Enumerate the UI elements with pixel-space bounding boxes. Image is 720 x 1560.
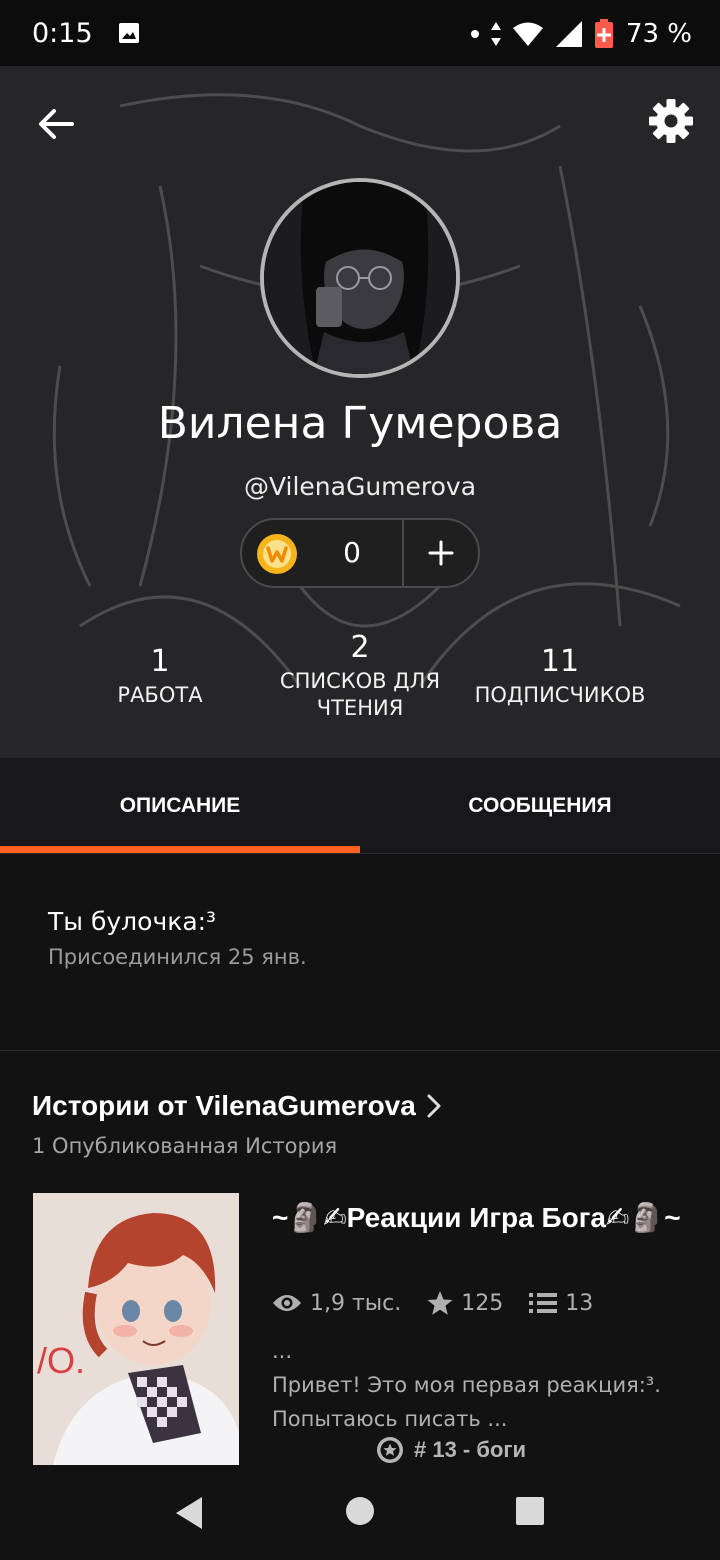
stories-heading[interactable]: Истории от VilenaGumerova xyxy=(32,1090,442,1122)
chevron-right-icon xyxy=(427,1094,441,1118)
signal-icon xyxy=(555,21,582,47)
nav-back-icon[interactable] xyxy=(172,1494,206,1532)
status-icons: 73 % xyxy=(470,16,692,52)
avatar[interactable] xyxy=(260,178,460,378)
about-text: Ты булочка:³ xyxy=(48,907,217,936)
story-ranking-label: # 13 - боги xyxy=(414,1437,527,1462)
image-icon xyxy=(119,23,139,43)
status-time: 0:15 xyxy=(32,18,93,49)
gear-icon[interactable] xyxy=(648,98,694,144)
stat-followers-value: 11 xyxy=(540,644,580,679)
stories-count: 1 Опубликованная История xyxy=(32,1134,338,1158)
battery-icon xyxy=(594,19,613,48)
stat-reading-lists-label: СПИСКОВ ДЛЯ ЧТЕНИЯ xyxy=(279,669,441,720)
stories-section: Истории от VilenaGumerova 1 Опубликованн… xyxy=(0,1052,720,1468)
active-tab-indicator xyxy=(0,846,360,853)
coin-wallet: 0 xyxy=(240,518,480,588)
ranking-badge-icon xyxy=(377,1437,403,1463)
story-ranking-tag[interactable]: # 13 - боги xyxy=(376,1436,526,1464)
svg-text:/O.: /O. xyxy=(37,1340,85,1381)
stories-title: Истории от VilenaGumerova xyxy=(32,1090,416,1121)
system-nav-bar xyxy=(0,1468,720,1560)
status-bar: 0:15 73 % xyxy=(0,0,720,66)
stat-reading-lists-value: 2 xyxy=(350,630,370,665)
list-icon xyxy=(529,1293,558,1313)
username: @VilenaGumerova xyxy=(243,472,477,501)
star-icon xyxy=(427,1291,453,1315)
story-views-count: 1,9 тыс. xyxy=(310,1290,402,1316)
battery-percent: 73 % xyxy=(625,19,692,49)
story-title[interactable]: ~🗿✍Реакции Игра Бога✍🗿~ xyxy=(272,1196,692,1239)
profile-tabs: ОПИСАНИЕ СООБЩЕНИЯ xyxy=(0,758,720,854)
coin-icon[interactable] xyxy=(256,533,298,575)
back-arrow-icon[interactable] xyxy=(34,102,78,146)
stat-followers-label: ПОДПИСЧИКОВ xyxy=(474,683,646,707)
stat-works[interactable]: 1 РАБОТА xyxy=(60,642,260,709)
add-coins-button[interactable] xyxy=(404,520,478,586)
stat-works-value: 1 xyxy=(150,644,170,679)
wifi-icon xyxy=(512,22,543,46)
nav-recents-icon[interactable] xyxy=(515,1496,545,1526)
joined-date: Присоединился 25 янв. xyxy=(48,945,307,969)
avatar-image xyxy=(264,182,456,374)
story-votes: 125 xyxy=(427,1290,503,1316)
story-parts-count: 13 xyxy=(565,1290,594,1316)
story-description: ... Привет! Это моя первая реакция:³. По… xyxy=(272,1339,661,1431)
profile-header: Вилена Гумерова @VilenaGumerova 0 1 РАБО… xyxy=(0,66,720,758)
nav-home-icon[interactable] xyxy=(345,1496,375,1526)
eye-icon xyxy=(273,1295,301,1311)
dot-icon xyxy=(470,30,479,38)
story-cover-image: /O. xyxy=(33,1193,239,1465)
about-section: Ты булочка:³ Присоединился 25 янв. xyxy=(0,855,720,1051)
stat-works-label: РАБОТА xyxy=(117,683,203,707)
tab-messages[interactable]: СООБЩЕНИЯ xyxy=(360,758,720,854)
story-views: 1,9 тыс. xyxy=(272,1291,401,1316)
story-votes-count: 125 xyxy=(461,1290,504,1316)
coin-count: 0 xyxy=(343,536,361,569)
story-cover[interactable]: /O. xyxy=(33,1193,239,1465)
stat-reading-lists[interactable]: 2 СПИСКОВ ДЛЯ ЧТЕНИЯ xyxy=(260,628,460,722)
story-parts: 13 xyxy=(529,1291,593,1316)
story-stats: 1,9 тыс. 125 13 xyxy=(272,1290,613,1316)
tab-description[interactable]: ОПИСАНИЕ xyxy=(0,758,360,854)
stat-followers[interactable]: 11 ПОДПИСЧИКОВ xyxy=(460,642,660,709)
data-arrows-icon xyxy=(490,22,501,46)
display-name: Вилена Гумерова xyxy=(157,398,563,449)
